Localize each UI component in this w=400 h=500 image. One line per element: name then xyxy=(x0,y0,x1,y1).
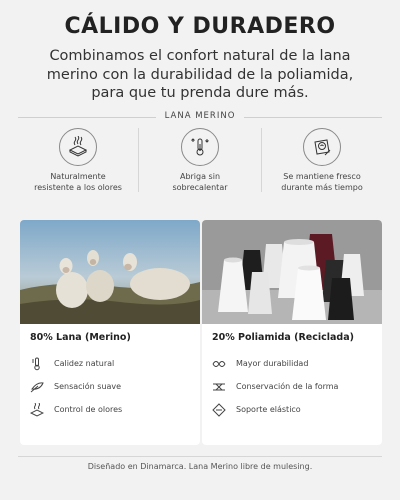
polyamide-card: 20% Poliamida (Reciclada) Mayor durabili… xyxy=(202,220,382,445)
odor-control-icon xyxy=(30,402,48,417)
card-title: 20% Poliamida (Reciclada) xyxy=(212,332,354,343)
list-item: Control de olores xyxy=(30,398,122,421)
item-label: Sensación suave xyxy=(54,382,122,391)
divider-right xyxy=(244,117,382,118)
section-label: LANA MERINO xyxy=(164,111,236,121)
feather-icon xyxy=(30,380,48,394)
elastic-support-icon xyxy=(212,402,230,417)
feature-separator xyxy=(138,128,139,192)
thermometer-arrows-icon xyxy=(181,128,219,166)
sheep-photo xyxy=(20,220,200,324)
page-title: CÁLIDO Y DURADERO xyxy=(64,14,336,39)
wool-benefits-list: Calidez natural Sensación suave Control … xyxy=(30,352,122,421)
wool-card: 80% Lana (Merino) Calidez natural Sensac… xyxy=(20,220,200,445)
item-label: Mayor durabilidad xyxy=(236,359,309,368)
fabric-waves-icon xyxy=(59,128,97,166)
durability-icon xyxy=(212,357,230,371)
list-item: Mayor durabilidad xyxy=(212,352,338,375)
item-label: Soporte elástico xyxy=(236,405,301,414)
list-item: Calidez natural xyxy=(30,352,122,375)
feature-label: Naturalmente resistente a los olores xyxy=(34,172,122,192)
list-item: Sensación suave xyxy=(30,375,122,398)
shape-retention-icon xyxy=(212,380,230,394)
page-subtitle: Combinamos el confort natural de la lana… xyxy=(46,48,354,101)
feature-warm: Abriga sin sobrecalentar xyxy=(140,128,260,193)
thread-spools-photo xyxy=(202,220,382,324)
feature-odor-resistant: Naturalmente resistente a los olores xyxy=(18,128,138,193)
list-item: Conservación de la forma xyxy=(212,375,338,398)
footer-note: Diseñado en Dinamarca. Lana Merino libre… xyxy=(87,462,313,471)
feature-label: Abriga sin sobrecalentar xyxy=(172,172,228,192)
item-label: Calidez natural xyxy=(54,359,115,368)
polyamide-benefits-list: Mayor durabilidad Conservación de la for… xyxy=(212,352,338,421)
feature-fresh: Se mantiene fresco durante más tiempo xyxy=(262,128,382,193)
item-label: Control de olores xyxy=(54,405,123,414)
card-title: 80% Lana (Merino) xyxy=(30,332,131,343)
footer-divider xyxy=(18,456,382,457)
list-item: Soporte elástico xyxy=(212,398,338,421)
feature-label: Se mantiene fresco durante más tiempo xyxy=(281,172,363,192)
cool-fabric-icon xyxy=(303,128,341,166)
thermometer-icon xyxy=(30,357,48,371)
item-label: Conservación de la forma xyxy=(236,382,339,391)
